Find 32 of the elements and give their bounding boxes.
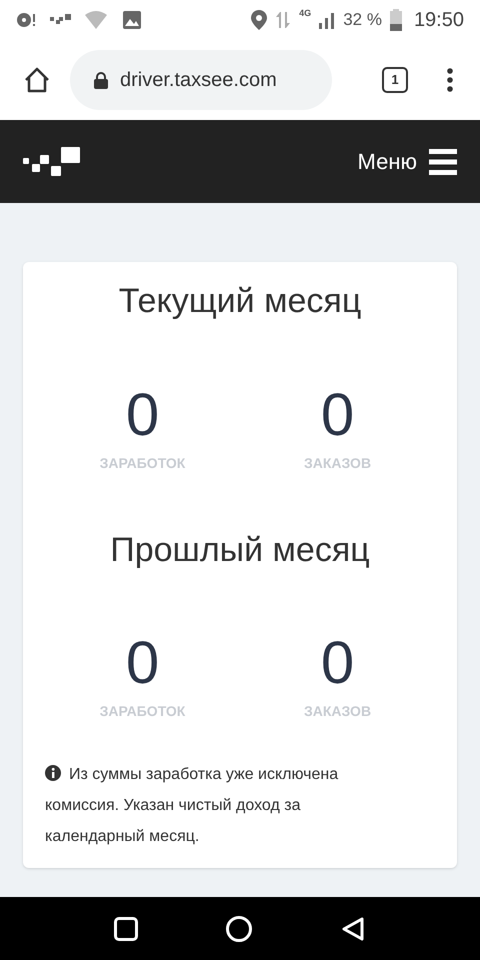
logo-icon[interactable] (23, 146, 81, 176)
home-nav-button[interactable] (226, 916, 252, 942)
app-logo-icon (50, 14, 72, 26)
url-text: driver.taxsee.com (120, 68, 277, 93)
stat-value: 0 (126, 384, 160, 444)
signal-icon (319, 11, 336, 29)
menu-button[interactable]: Меню (358, 145, 457, 178)
more-icon (447, 68, 453, 92)
section-title: Текущий месяц (118, 281, 362, 322)
stat-value: 0 (320, 384, 354, 444)
location-icon (251, 10, 268, 30)
disc-icon (16, 11, 38, 29)
info-note: Из суммы заработка уже исключена комиссия. Указан чистый доход за календарный месяц. (45, 764, 340, 847)
image-icon (122, 10, 142, 30)
home-icon (23, 66, 51, 94)
tabs-button[interactable]: 1 (382, 67, 408, 93)
network-type: 4G (299, 9, 312, 18)
recents-button[interactable] (114, 916, 138, 940)
section-title: Прошлый месяц (110, 530, 370, 570)
data-transfer-icon (275, 10, 292, 30)
address-bar[interactable]: driver.taxsee.com (70, 50, 332, 110)
lock-icon (94, 72, 108, 88)
menu-icon (429, 148, 457, 174)
battery-percent: 32 % (343, 9, 382, 32)
info-icon (45, 764, 61, 781)
stat-value: 0 (320, 633, 354, 693)
back-button[interactable] (340, 916, 366, 942)
stat-value: 0 (126, 633, 160, 693)
back-icon (340, 916, 366, 942)
wifi-icon (84, 10, 110, 30)
battery-icon (390, 9, 402, 31)
clock: 19:50 (414, 8, 464, 33)
